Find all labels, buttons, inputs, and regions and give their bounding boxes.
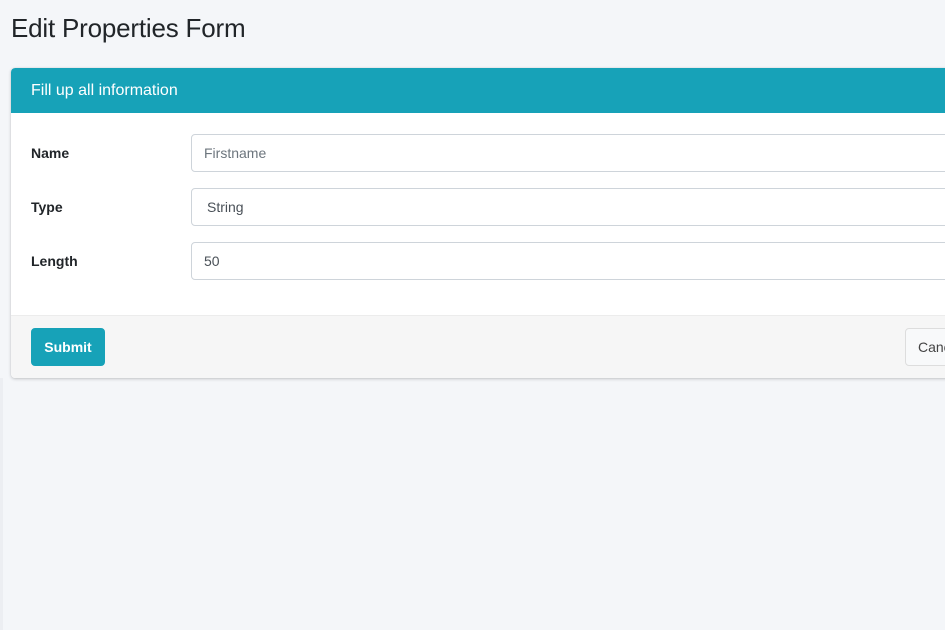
type-label: Type (31, 199, 63, 215)
card-footer: Submit Cancel (11, 315, 945, 378)
form-row-name: Name (11, 134, 945, 172)
name-input[interactable] (191, 134, 945, 172)
form-row-type: Type String (11, 188, 945, 226)
card-body: Name Type String Length (11, 113, 945, 315)
page-title: Edit Properties Form (11, 13, 246, 43)
form-row-length: Length (11, 242, 945, 280)
name-label: Name (31, 145, 70, 161)
card-header: Fill up all information (11, 68, 945, 113)
length-input[interactable] (191, 242, 945, 280)
cancel-button[interactable]: Cancel (905, 328, 945, 366)
card-header-title: Fill up all information (31, 81, 178, 99)
length-label: Length (31, 253, 78, 269)
type-select[interactable]: String (191, 188, 945, 226)
properties-form-card: Fill up all information Name Type String… (11, 68, 945, 378)
submit-button[interactable]: Submit (31, 328, 105, 366)
left-edge-divider (0, 378, 3, 630)
page: Edit Properties Form Fill up all informa… (0, 0, 945, 630)
